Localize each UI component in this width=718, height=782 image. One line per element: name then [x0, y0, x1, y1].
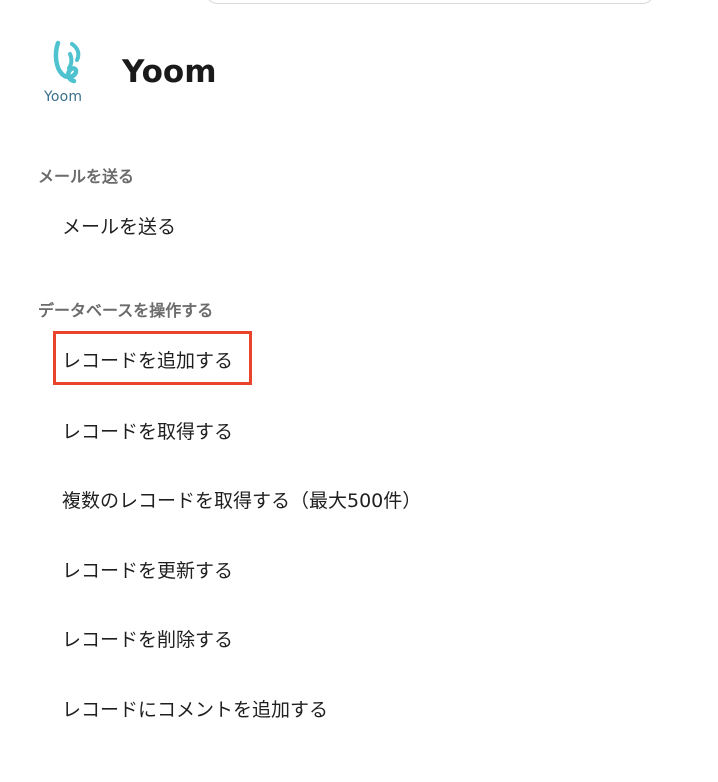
section-heading-database: データベースを操作する: [38, 301, 214, 320]
yoom-logo-mark: [53, 40, 81, 84]
logo-wordmark: Yoom: [44, 89, 83, 105]
search-bar-edge[interactable]: [205, 0, 655, 4]
action-add-comment-to-record[interactable]: レコードにコメントを追加する: [62, 695, 328, 722]
action-get-multiple-records[interactable]: 複数のレコードを取得する（最大500件）: [62, 486, 421, 513]
app-header: Yoom Yoom: [40, 38, 217, 108]
yoom-logo-icon: Yoom: [40, 40, 96, 106]
action-get-record[interactable]: レコードを取得する: [62, 417, 233, 444]
action-add-record[interactable]: レコードを追加する: [62, 346, 233, 373]
action-send-mail[interactable]: メールを送る: [62, 212, 176, 239]
app-title: Yoom: [122, 54, 217, 90]
section-heading-send-mail: メールを送る: [38, 167, 135, 186]
action-update-record[interactable]: レコードを更新する: [62, 556, 233, 583]
action-delete-record[interactable]: レコードを削除する: [62, 625, 233, 652]
